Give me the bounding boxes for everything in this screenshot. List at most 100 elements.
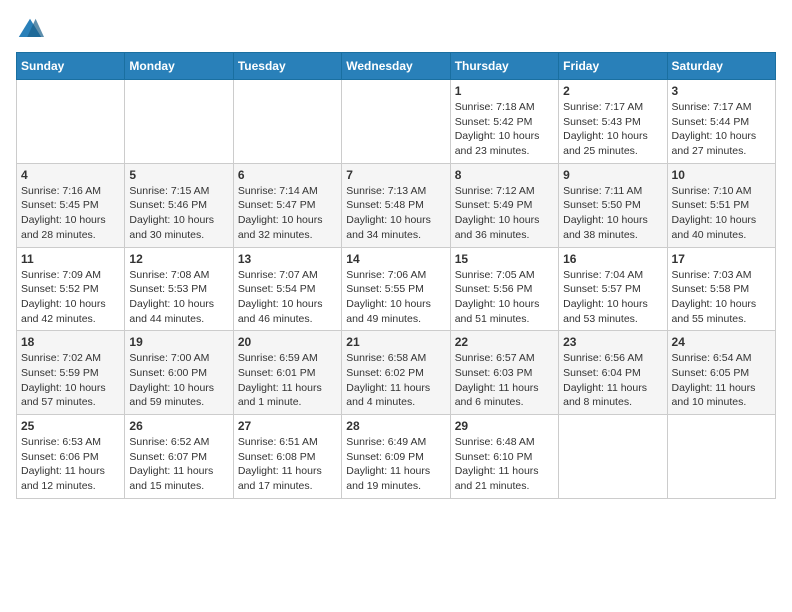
calendar-cell: 16 Sunrise: 7:04 AM Sunset: 5:57 PM Dayli… [559, 247, 667, 331]
day-info: Sunrise: 7:05 AM Sunset: 5:56 PM Dayligh… [455, 268, 554, 327]
calendar-cell: 24 Sunrise: 6:54 AM Sunset: 6:05 PM Dayli… [667, 331, 775, 415]
day-info: Sunrise: 6:58 AM Sunset: 6:02 PM Dayligh… [346, 351, 445, 410]
day-info: Sunrise: 7:13 AM Sunset: 5:48 PM Dayligh… [346, 184, 445, 243]
calendar-cell: 10 Sunrise: 7:10 AM Sunset: 5:51 PM Dayli… [667, 163, 775, 247]
calendar-cell: 2 Sunrise: 7:17 AM Sunset: 5:43 PM Daylig… [559, 80, 667, 164]
day-number: 19 [129, 335, 228, 349]
day-number: 23 [563, 335, 662, 349]
calendar-week-row: 1 Sunrise: 7:18 AM Sunset: 5:42 PM Daylig… [17, 80, 776, 164]
column-header-wednesday: Wednesday [342, 53, 450, 80]
calendar-week-row: 4 Sunrise: 7:16 AM Sunset: 5:45 PM Daylig… [17, 163, 776, 247]
calendar-cell: 28 Sunrise: 6:49 AM Sunset: 6:09 PM Dayli… [342, 415, 450, 499]
day-info: Sunrise: 7:10 AM Sunset: 5:51 PM Dayligh… [672, 184, 771, 243]
calendar-cell: 3 Sunrise: 7:17 AM Sunset: 5:44 PM Daylig… [667, 80, 775, 164]
day-number: 9 [563, 168, 662, 182]
day-info: Sunrise: 6:52 AM Sunset: 6:07 PM Dayligh… [129, 435, 228, 494]
calendar-cell: 27Sunrise: 6:51 AM Sunset: 6:08 PM Dayli… [233, 415, 341, 499]
day-number: 15 [455, 252, 554, 266]
day-number: 22 [455, 335, 554, 349]
logo [16, 16, 48, 44]
day-number: 16 [563, 252, 662, 266]
day-number: 28 [346, 419, 445, 433]
day-info: Sunrise: 7:18 AM Sunset: 5:42 PM Dayligh… [455, 100, 554, 159]
day-info: Sunrise: 7:16 AM Sunset: 5:45 PM Dayligh… [21, 184, 120, 243]
day-info: Sunrise: 7:17 AM Sunset: 5:43 PM Dayligh… [563, 100, 662, 159]
calendar-week-row: 11Sunrise: 7:09 AM Sunset: 5:52 PM Dayli… [17, 247, 776, 331]
day-info: Sunrise: 7:07 AM Sunset: 5:54 PM Dayligh… [238, 268, 337, 327]
calendar-cell [125, 80, 233, 164]
calendar-cell: 4 Sunrise: 7:16 AM Sunset: 5:45 PM Daylig… [17, 163, 125, 247]
day-number: 26 [129, 419, 228, 433]
calendar-cell: 13Sunrise: 7:07 AM Sunset: 5:54 PM Dayli… [233, 247, 341, 331]
calendar-cell: 22 Sunrise: 6:57 AM Sunset: 6:03 PM Dayli… [450, 331, 558, 415]
day-info: Sunrise: 7:11 AM Sunset: 5:50 PM Dayligh… [563, 184, 662, 243]
day-info: Sunrise: 7:09 AM Sunset: 5:52 PM Dayligh… [21, 268, 120, 327]
day-number: 29 [455, 419, 554, 433]
column-header-tuesday: Tuesday [233, 53, 341, 80]
column-header-saturday: Saturday [667, 53, 775, 80]
calendar-cell [17, 80, 125, 164]
day-number: 2 [563, 84, 662, 98]
calendar-cell: 23 Sunrise: 6:56 AM Sunset: 6:04 PM Dayli… [559, 331, 667, 415]
day-info: Sunrise: 7:03 AM Sunset: 5:58 PM Dayligh… [672, 268, 771, 327]
day-info: Sunrise: 6:49 AM Sunset: 6:09 PM Dayligh… [346, 435, 445, 494]
calendar-cell: 8 Sunrise: 7:12 AM Sunset: 5:49 PM Daylig… [450, 163, 558, 247]
column-header-friday: Friday [559, 53, 667, 80]
day-info: Sunrise: 7:00 AM Sunset: 6:00 PM Dayligh… [129, 351, 228, 410]
day-number: 10 [672, 168, 771, 182]
calendar-cell: 21 Sunrise: 6:58 AM Sunset: 6:02 PM Dayli… [342, 331, 450, 415]
day-number: 18 [21, 335, 120, 349]
day-number: 8 [455, 168, 554, 182]
calendar-cell: 12 Sunrise: 7:08 AM Sunset: 5:53 PM Dayli… [125, 247, 233, 331]
day-number: 3 [672, 84, 771, 98]
calendar-cell: 11Sunrise: 7:09 AM Sunset: 5:52 PM Dayli… [17, 247, 125, 331]
day-number: 1 [455, 84, 554, 98]
day-number: 4 [21, 168, 120, 182]
day-info: Sunrise: 7:04 AM Sunset: 5:57 PM Dayligh… [563, 268, 662, 327]
calendar-cell: 5 Sunrise: 7:15 AM Sunset: 5:46 PM Daylig… [125, 163, 233, 247]
calendar-cell: 29 Sunrise: 6:48 AM Sunset: 6:10 PM Dayli… [450, 415, 558, 499]
calendar-week-row: 25 Sunrise: 6:53 AM Sunset: 6:06 PM Dayli… [17, 415, 776, 499]
day-number: 25 [21, 419, 120, 433]
logo-icon [16, 16, 44, 44]
calendar-cell: 1 Sunrise: 7:18 AM Sunset: 5:42 PM Daylig… [450, 80, 558, 164]
calendar-cell [342, 80, 450, 164]
calendar-cell: 6 Sunrise: 7:14 AM Sunset: 5:47 PM Daylig… [233, 163, 341, 247]
day-number: 20 [238, 335, 337, 349]
day-number: 27 [238, 419, 337, 433]
day-info: Sunrise: 7:15 AM Sunset: 5:46 PM Dayligh… [129, 184, 228, 243]
calendar-cell: 15 Sunrise: 7:05 AM Sunset: 5:56 PM Dayli… [450, 247, 558, 331]
column-header-sunday: Sunday [17, 53, 125, 80]
day-number: 5 [129, 168, 228, 182]
day-info: Sunrise: 7:08 AM Sunset: 5:53 PM Dayligh… [129, 268, 228, 327]
day-info: Sunrise: 7:17 AM Sunset: 5:44 PM Dayligh… [672, 100, 771, 159]
column-header-thursday: Thursday [450, 53, 558, 80]
calendar-cell: 26 Sunrise: 6:52 AM Sunset: 6:07 PM Dayli… [125, 415, 233, 499]
calendar-cell: 25 Sunrise: 6:53 AM Sunset: 6:06 PM Dayli… [17, 415, 125, 499]
calendar-cell: 9 Sunrise: 7:11 AM Sunset: 5:50 PM Daylig… [559, 163, 667, 247]
day-number: 12 [129, 252, 228, 266]
calendar-cell: 17Sunrise: 7:03 AM Sunset: 5:58 PM Dayli… [667, 247, 775, 331]
calendar-cell [233, 80, 341, 164]
calendar-cell [667, 415, 775, 499]
day-info: Sunrise: 7:14 AM Sunset: 5:47 PM Dayligh… [238, 184, 337, 243]
day-number: 7 [346, 168, 445, 182]
day-number: 24 [672, 335, 771, 349]
day-info: Sunrise: 6:56 AM Sunset: 6:04 PM Dayligh… [563, 351, 662, 410]
day-info: Sunrise: 6:53 AM Sunset: 6:06 PM Dayligh… [21, 435, 120, 494]
day-info: Sunrise: 6:48 AM Sunset: 6:10 PM Dayligh… [455, 435, 554, 494]
calendar-cell: 7 Sunrise: 7:13 AM Sunset: 5:48 PM Daylig… [342, 163, 450, 247]
day-number: 6 [238, 168, 337, 182]
day-number: 14 [346, 252, 445, 266]
calendar-cell: 20Sunrise: 6:59 AM Sunset: 6:01 PM Dayli… [233, 331, 341, 415]
calendar-header-row: SundayMondayTuesdayWednesdayThursdayFrid… [17, 53, 776, 80]
calendar-table: SundayMondayTuesdayWednesdayThursdayFrid… [16, 52, 776, 499]
calendar-cell: 14Sunrise: 7:06 AM Sunset: 5:55 PM Dayli… [342, 247, 450, 331]
calendar-cell: 18Sunrise: 7:02 AM Sunset: 5:59 PM Dayli… [17, 331, 125, 415]
calendar-cell: 19 Sunrise: 7:00 AM Sunset: 6:00 PM Dayli… [125, 331, 233, 415]
day-info: Sunrise: 6:54 AM Sunset: 6:05 PM Dayligh… [672, 351, 771, 410]
day-number: 21 [346, 335, 445, 349]
day-info: Sunrise: 6:57 AM Sunset: 6:03 PM Dayligh… [455, 351, 554, 410]
column-header-monday: Monday [125, 53, 233, 80]
day-info: Sunrise: 7:12 AM Sunset: 5:49 PM Dayligh… [455, 184, 554, 243]
